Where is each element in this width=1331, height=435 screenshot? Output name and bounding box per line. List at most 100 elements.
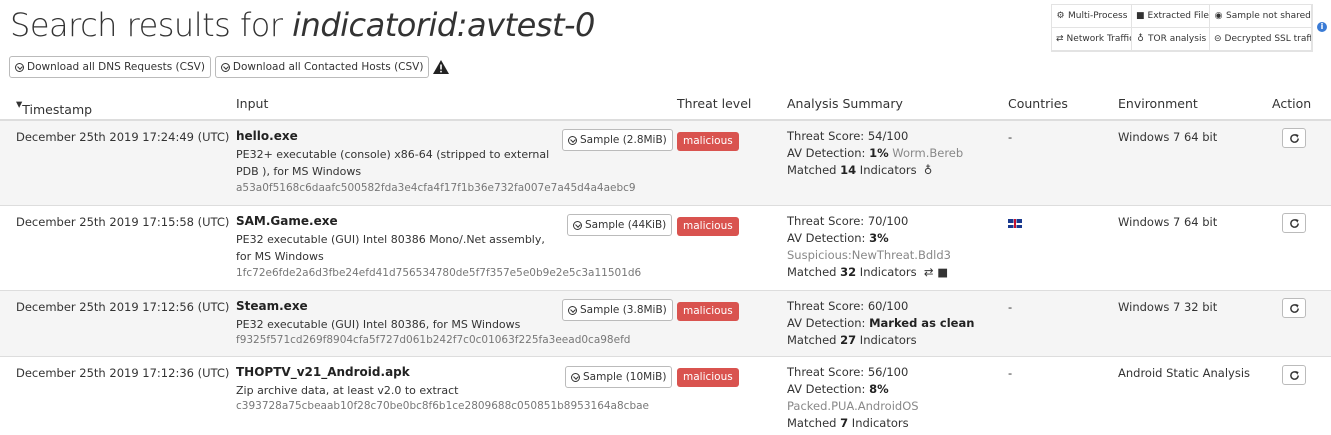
matched-count: 14 [840, 163, 857, 177]
download-toolbar: Download all DNS Requests (CSV) Download… [9, 56, 450, 78]
sample-download-button[interactable]: Sample (2.8MiB) [562, 129, 673, 151]
download-circle-icon [573, 220, 582, 230]
file-description: PE32 executable (GUI) Intel 80386, for M… [236, 318, 521, 331]
av-label: AV Detection: [787, 146, 870, 160]
reanalyze-button[interactable] [1282, 298, 1306, 318]
threat-score: 60/100 [867, 299, 909, 313]
onion-icon: ♁ [1137, 34, 1144, 44]
filter-label: Decrypted SSL traffic [1224, 34, 1312, 44]
reanalyze-button[interactable] [1282, 365, 1306, 385]
sample-download-button[interactable]: Sample (3.8MiB) [562, 299, 673, 321]
analysis-summary: Threat Score: 60/100 AV Detection: Marke… [787, 298, 974, 349]
av-label: AV Detection: [787, 231, 870, 245]
col-input[interactable]: Input [236, 96, 268, 111]
av-detection: 3% [869, 231, 889, 245]
threat-badge: malicious [677, 302, 739, 321]
file-hash[interactable]: f9325f571cd269f8904cfa5f727d061b242f7c0c… [236, 334, 630, 346]
search-query: indicatorid:avtest-0 [292, 6, 595, 44]
download-dns-label: Download all DNS Requests (CSV) [27, 61, 205, 73]
table-row: December 25th 2019 17:12:36 (UTC) THOPTV… [0, 357, 1331, 435]
lock-icon: ⊝ [1214, 34, 1222, 44]
matched-suffix: Indicators [856, 163, 917, 177]
row-timestamp: December 25th 2019 17:15:58 (UTC) [16, 215, 230, 229]
download-circle-icon [220, 62, 230, 72]
filter-tor-analysis[interactable]: ♁ TOR analysis [1132, 28, 1210, 51]
sample-download-button[interactable]: Sample (10MiB) [565, 366, 673, 388]
download-hosts-label: Download all Contacted Hosts (CSV) [232, 61, 424, 73]
reanalyze-button[interactable] [1282, 128, 1306, 148]
results-table-header: ▾ Timestamp Input Threat level Analysis … [0, 90, 1331, 121]
col-analysis-summary[interactable]: Analysis Summary [787, 96, 903, 111]
threat-badge: malicious [677, 368, 739, 387]
filter-legend: ⚙ Multi-Process ■ Extracted Files ◉ Samp… [1051, 4, 1313, 52]
file-description: PE32+ executable (console) x86-64 (strip… [236, 148, 550, 178]
row-timestamp: December 25th 2019 17:12:36 (UTC) [16, 366, 230, 380]
environment: Windows 7 64 bit [1118, 130, 1218, 144]
matched-count: 32 [840, 265, 857, 279]
filter-label: Network Traffic [1066, 34, 1132, 44]
file-name[interactable]: THOPTV_v21_Android.apk [236, 365, 410, 379]
refresh-icon [1289, 303, 1299, 313]
file-name[interactable]: hello.exe [236, 129, 298, 143]
sample-label: Sample (2.8MiB) [580, 134, 667, 146]
col-action: Action [1272, 96, 1312, 111]
col-countries[interactable]: Countries [1008, 96, 1068, 111]
warning-icon[interactable] [433, 60, 450, 74]
eye-slash-icon: ◉ [1214, 11, 1223, 21]
score-label: Threat Score: [787, 214, 868, 228]
matched-count: 7 [840, 416, 849, 430]
score-label: Threat Score: [787, 365, 868, 379]
av-threat-name: Packed.PUA.AndroidOS [787, 399, 919, 413]
matched-prefix: Matched [787, 416, 841, 430]
file-icon: ■ [937, 265, 949, 279]
col-timestamp[interactable]: ▾ Timestamp [16, 96, 92, 117]
sample-label: Sample (3.8MiB) [580, 304, 667, 316]
matched-prefix: Matched [787, 265, 841, 279]
threat-score: 54/100 [867, 129, 909, 143]
download-circle-icon [568, 305, 577, 315]
row-timestamp: December 25th 2019 17:24:49 (UTC) [16, 130, 230, 144]
environment: Android Static Analysis [1118, 366, 1251, 380]
environment: Windows 7 64 bit [1118, 215, 1218, 229]
matched-suffix: Indicators [856, 265, 917, 279]
refresh-icon [1289, 133, 1299, 143]
av-label: AV Detection: [787, 382, 870, 396]
exchange-icon: ⇄ [923, 265, 934, 279]
col-environment[interactable]: Environment [1118, 96, 1198, 111]
download-hosts-button[interactable]: Download all Contacted Hosts (CSV) [214, 56, 430, 78]
file-hash[interactable]: a53a0f5168c6daafc500582fda3e4cfa4f17f1b3… [236, 182, 636, 194]
av-detection: 8% [869, 382, 889, 396]
file-description: Zip archive data, at least v2.0 to extra… [236, 384, 459, 397]
analysis-summary: Threat Score: 56/100 AV Detection: 8% Pa… [787, 364, 919, 432]
download-circle-icon [568, 135, 577, 145]
file-hash[interactable]: c393728a75cbeaab10f28c70be0bc8f6b1ce2809… [236, 400, 649, 412]
file-hash[interactable]: 1fc72e6fde2a6d3fbe24efd41d756534780de5f7… [236, 267, 641, 279]
gears-icon: ⚙ [1056, 11, 1065, 21]
file-name[interactable]: Steam.exe [236, 299, 308, 313]
country: - [1008, 130, 1013, 144]
filter-extracted-files[interactable]: ■ Extracted Files [1132, 5, 1210, 28]
filter-decrypted-ssl[interactable]: ⊝ Decrypted SSL traffic [1210, 28, 1312, 51]
info-icon[interactable]: i [1317, 22, 1327, 32]
sample-download-button[interactable]: Sample (44KiB) [567, 214, 673, 236]
download-dns-button[interactable]: Download all DNS Requests (CSV) [9, 56, 211, 78]
filter-label: TOR analysis [1148, 34, 1207, 44]
col-threat-level[interactable]: Threat level [677, 96, 751, 111]
filter-multi-process[interactable]: ⚙ Multi-Process [1052, 5, 1132, 28]
matched-count: 27 [840, 333, 857, 347]
download-circle-icon [571, 372, 580, 382]
page-title: Search results for indicatorid:avtest-0 [10, 6, 595, 44]
threat-score: 70/100 [867, 214, 909, 228]
filter-network-traffic[interactable]: ⇄ Network Traffic [1052, 28, 1132, 51]
matched-suffix: Indicators [856, 333, 917, 347]
page-title-prefix: Search results for [10, 6, 293, 44]
onion-icon: ♁ [923, 163, 933, 177]
filter-sample-not-shared[interactable]: ◉ Sample not shared [1210, 5, 1312, 28]
country [1008, 217, 1022, 231]
file-name[interactable]: SAM.Game.exe [236, 214, 338, 228]
refresh-icon [1289, 218, 1299, 228]
file-icon: ■ [1136, 11, 1145, 21]
av-label: AV Detection: [787, 316, 870, 330]
threat-badge: malicious [677, 217, 739, 236]
reanalyze-button[interactable] [1282, 213, 1306, 233]
